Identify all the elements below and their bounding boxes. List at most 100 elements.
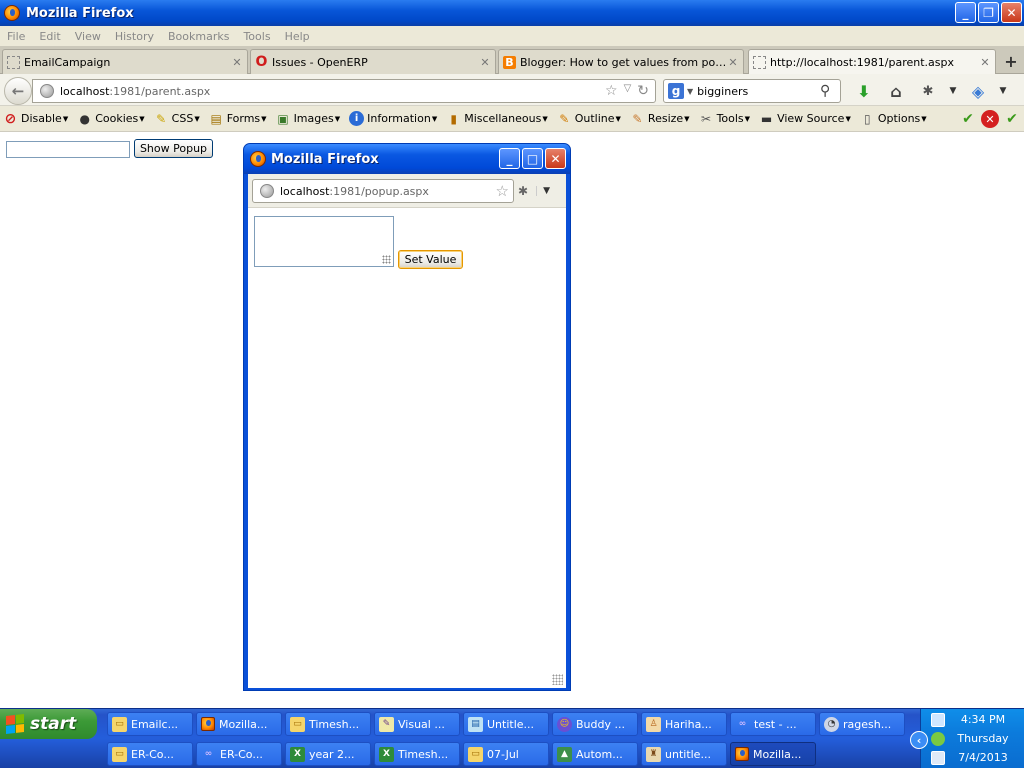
- tab-close-icon[interactable]: ✕: [727, 56, 739, 69]
- addon-icon[interactable]: ◈: [964, 79, 992, 103]
- show-popup-button[interactable]: Show Popup: [134, 139, 213, 158]
- validation-ok-icon[interactable]: ✔: [959, 110, 977, 128]
- reload-icon[interactable]: ↻: [637, 83, 649, 99]
- google-icon[interactable]: g: [668, 83, 684, 99]
- task-automation[interactable]: ▲ Autom...: [552, 742, 638, 766]
- menu-view[interactable]: View: [68, 30, 108, 43]
- network-icon[interactable]: [931, 713, 945, 727]
- task-07-jul-folder[interactable]: ▭ 07-Jul: [463, 742, 549, 766]
- site-identity-icon[interactable]: [260, 184, 274, 198]
- task-untitled-paint[interactable]: ♜ untitle...: [641, 742, 727, 766]
- wd-forms[interactable]: ▤ Forms ▼: [209, 111, 267, 126]
- tab-openerp[interactable]: O Issues - OpenERP ✕: [250, 49, 496, 74]
- clock-time[interactable]: 4:34 PM: [948, 713, 1018, 726]
- popup-url-bar[interactable]: localhost:1981/popup.aspx ☆: [252, 179, 514, 203]
- menu-edit[interactable]: Edit: [32, 30, 67, 43]
- folder-icon: ▭: [112, 746, 127, 762]
- menu-tools[interactable]: Tools: [236, 30, 277, 43]
- popup-maximize-button[interactable]: □: [522, 148, 543, 169]
- firebug-icon[interactable]: ✱: [914, 79, 942, 103]
- wd-miscellaneous[interactable]: ▮ Miscellaneous ▼: [446, 111, 547, 126]
- task-visual-studio[interactable]: ✎ Visual ...: [374, 712, 460, 736]
- back-button[interactable]: ←: [4, 77, 32, 105]
- window-resize-grip-icon[interactable]: [552, 674, 563, 685]
- parent-text-input[interactable]: [6, 141, 130, 158]
- popup-minimize-button[interactable]: _: [499, 148, 520, 169]
- dropdown-arrow-icon[interactable]: ▼: [996, 79, 1010, 103]
- bookmark-star-icon[interactable]: ☆: [605, 83, 618, 99]
- menu-bookmarks[interactable]: Bookmarks: [161, 30, 236, 43]
- cookies-icon: ●: [79, 111, 90, 126]
- search-input[interactable]: [697, 84, 820, 98]
- task-year-excel[interactable]: Xyear 2...: [285, 742, 371, 766]
- wd-images[interactable]: ▣ Images ▼: [276, 111, 340, 126]
- wd-tools[interactable]: ✂ Tools ▼: [699, 111, 750, 126]
- task-timesheet-folder[interactable]: ▭ Timesh...: [285, 712, 371, 736]
- connection-icon[interactable]: [931, 751, 945, 765]
- validation-error-icon[interactable]: ✕: [981, 110, 999, 128]
- bookmark-star-icon[interactable]: ☆: [496, 182, 513, 200]
- firebug-icon[interactable]: ✱: [518, 184, 528, 198]
- tab-emailcampaign[interactable]: EmailCampaign ✕: [2, 49, 248, 74]
- system-tray: ‹ 4:34 PM Thursday 7/4/2013: [910, 709, 1024, 768]
- paint-icon: ♜: [646, 746, 661, 762]
- miscellaneous-icon: ▮: [450, 111, 458, 126]
- url-dropdown-icon[interactable]: ▽: [624, 83, 632, 99]
- menu-file[interactable]: File: [0, 30, 32, 43]
- tab-close-icon[interactable]: ✕: [979, 56, 991, 69]
- wd-view-source[interactable]: ▬ View Source ▼: [759, 111, 851, 126]
- tab-close-icon[interactable]: ✕: [479, 56, 491, 69]
- popup-close-button[interactable]: ✕: [545, 148, 566, 169]
- minimize-button[interactable]: _: [955, 2, 976, 23]
- site-identity-icon[interactable]: [40, 84, 54, 98]
- task-firefox-active[interactable]: Mozilla...: [730, 742, 816, 766]
- tab-blogger[interactable]: B Blogger: How to get values from popup …: [498, 49, 744, 74]
- firefox-icon: [201, 717, 215, 731]
- wd-cookies[interactable]: ● Cookies ▼: [77, 111, 144, 126]
- dropdown-arrow-icon[interactable]: ▼: [536, 186, 550, 196]
- downloads-icon[interactable]: ⬇: [850, 79, 878, 103]
- url-text[interactable]: localhost:1981/parent.aspx: [60, 85, 605, 98]
- home-icon[interactable]: ⌂: [882, 79, 910, 103]
- task-er-co-folder[interactable]: ▭ ER-Co...: [107, 742, 193, 766]
- wd-disable[interactable]: ⊘ Disable ▼: [3, 111, 69, 127]
- task-hariharan[interactable]: ♙ Hariha...: [641, 712, 727, 736]
- task-untitled-notepad[interactable]: ▤ Untitle...: [463, 712, 549, 736]
- task-firefox[interactable]: Mozilla...: [196, 712, 282, 736]
- tab-close-icon[interactable]: ✕: [231, 56, 243, 69]
- task-er-co-infinity[interactable]: ∞ ER-Co...: [196, 742, 282, 766]
- wd-outline[interactable]: ✎ Outline ▼: [557, 111, 621, 126]
- task-emailcampaign-folder[interactable]: ▭ Emailc...: [107, 712, 193, 736]
- menu-history[interactable]: History: [108, 30, 161, 43]
- popup-textarea[interactable]: [254, 216, 394, 267]
- show-hidden-icons-icon[interactable]: ‹: [910, 731, 928, 749]
- wd-resize[interactable]: ✎ Resize ▼: [630, 111, 689, 126]
- new-tab-button[interactable]: +: [1000, 50, 1022, 72]
- infinity-icon: ∞: [204, 749, 213, 759]
- resize-grip-icon[interactable]: [382, 255, 391, 264]
- validation-ok-icon[interactable]: ✔: [1003, 110, 1021, 128]
- wd-css[interactable]: ✎ CSS ▼: [154, 111, 200, 126]
- search-icon[interactable]: ⚲: [820, 83, 840, 99]
- task-test[interactable]: ∞ test - ...: [730, 712, 816, 736]
- security-icon[interactable]: [931, 732, 945, 746]
- task-ragesh[interactable]: ◔ ragesh...: [819, 712, 905, 736]
- tab-parent-aspx[interactable]: http://localhost:1981/parent.aspx ✕: [748, 49, 996, 75]
- menu-help[interactable]: Help: [278, 30, 317, 43]
- folder-icon: ▭: [468, 746, 483, 762]
- close-button[interactable]: ✕: [1001, 2, 1022, 23]
- wd-information[interactable]: i Information ▼: [349, 111, 437, 126]
- restore-button[interactable]: ❐: [978, 2, 999, 23]
- popup-url-text[interactable]: localhost:1981/popup.aspx: [280, 185, 496, 198]
- dropdown-arrow-icon[interactable]: ▼: [946, 79, 960, 103]
- start-button[interactable]: start: [0, 709, 97, 739]
- person-icon: ♙: [646, 716, 661, 732]
- wd-options[interactable]: ▯ Options ▼: [860, 111, 927, 126]
- clock-day: Thursday: [957, 732, 1009, 745]
- task-buddy[interactable]: ☺ Buddy ...: [552, 712, 638, 736]
- task-timesheet-excel[interactable]: X Timesh...: [374, 742, 460, 766]
- windows-logo-icon: [6, 714, 24, 734]
- set-value-button[interactable]: Set Value: [398, 250, 463, 269]
- url-bar[interactable]: localhost:1981/parent.aspx ☆ ▽ ↻: [32, 79, 656, 103]
- search-engine-dropdown-icon[interactable]: ▼: [687, 87, 693, 96]
